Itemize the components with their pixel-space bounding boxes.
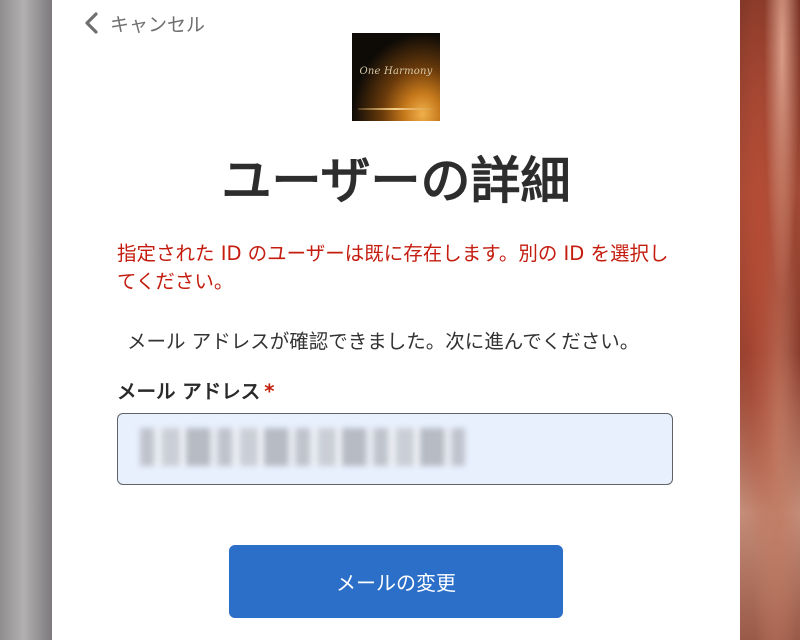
email-field-label: メール アドレス * [117,378,275,406]
chevron-left-icon [85,12,98,34]
info-message: メール アドレスが確認できました。次に進んでください。 [127,330,640,353]
logo-text: One Harmony [359,66,433,77]
email-field[interactable] [117,413,673,485]
user-details-panel: キャンセル One Harmony ユーザーの詳細 指定された ID のユーザー… [52,0,740,640]
brand-logo: One Harmony [352,33,440,121]
change-email-button[interactable]: メールの変更 [229,545,563,618]
logo-underline [358,108,434,110]
required-asterisk: * [264,380,275,403]
background-left [0,0,52,640]
page-title: ユーザーの詳細 [221,152,571,210]
cancel-label: キャンセル [110,13,206,36]
error-message: 指定された ID のユーザーは既に存在します。別の ID を選択してください。 [117,242,669,293]
cancel-link[interactable]: キャンセル [82,8,205,38]
background-right [740,0,800,640]
email-label-text: メール アドレス [117,380,261,403]
